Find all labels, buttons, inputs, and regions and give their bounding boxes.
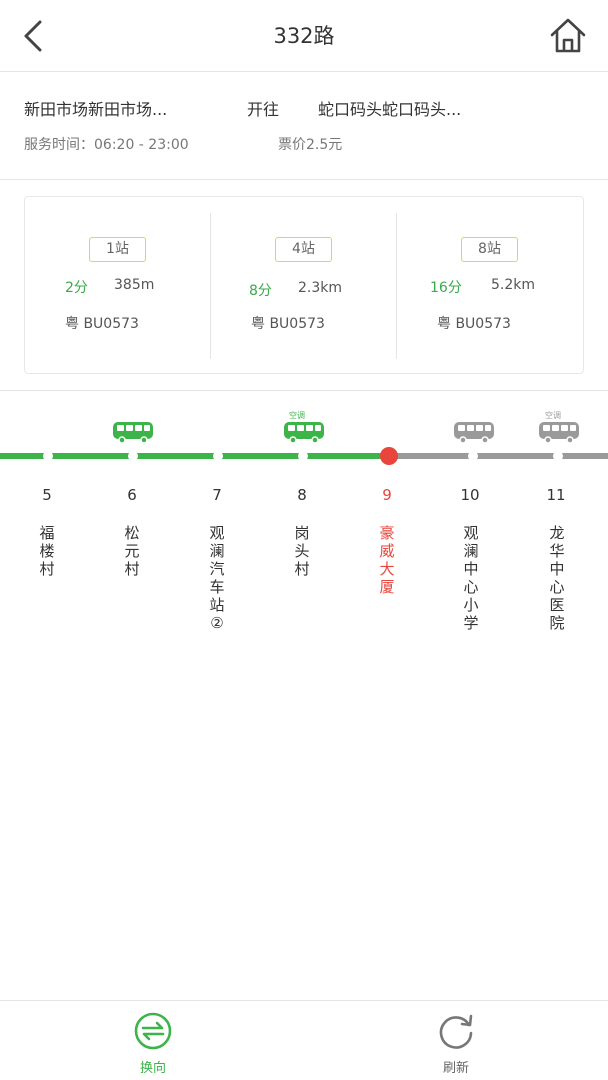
stop-dot [43, 451, 53, 461]
plate-number: 粤 BU0573 [437, 316, 511, 332]
distance: 5.2km [491, 277, 536, 293]
arrival-card[interactable]: 8站 16分 5.2km 粤 BU0573 [397, 197, 583, 373]
stop-number: 5 [42, 486, 52, 504]
stop-dot [298, 451, 308, 461]
destination-stop: 蛇口码头蛇口码头... [318, 100, 462, 119]
bus-icon[interactable] [538, 421, 580, 445]
service-time: 服务时间：06:20 - 23:00 [24, 137, 189, 153]
nav-bar: 332路 [0, 0, 608, 72]
distance: 385m [114, 277, 155, 293]
stop-dot [553, 451, 563, 461]
stops-away-badge: 1站 [89, 237, 146, 262]
eta-minutes: 16分 [430, 280, 462, 296]
switch-direction-button[interactable]: 换向 [113, 1007, 193, 1076]
refresh-icon [439, 1014, 473, 1049]
bus-icon[interactable] [112, 421, 154, 445]
stop-name[interactable]: 观澜汽车站② [205, 524, 229, 632]
stop-dot [468, 451, 478, 461]
home-icon[interactable] [548, 16, 588, 56]
tab-label: 换向 [139, 1061, 166, 1076]
tab-label: 刷新 [442, 1061, 469, 1076]
stop-number: 7 [212, 486, 222, 504]
stop-number: 9 [382, 486, 392, 504]
plate-number: 粤 BU0573 [65, 316, 139, 332]
direction-label: 开往 [247, 100, 280, 119]
stop-name[interactable]: 岗头村 [290, 524, 314, 578]
eta-minutes: 8分 [249, 283, 272, 299]
page-title: 332路 [273, 24, 335, 48]
arrival-card[interactable]: 4站 8分 2.3km 粤 BU0573 [211, 197, 397, 373]
route-info: 新田市场新田市场... 开往 蛇口码头蛇口码头... 服务时间：06:20 - … [0, 72, 608, 180]
stop-number: 11 [546, 486, 566, 504]
stop-name[interactable]: 龙华中心医院 [545, 524, 569, 632]
current-stop-dot [380, 447, 398, 465]
origin-stop: 新田市场新田市场... [24, 100, 168, 119]
air-conditioning-label: 空调 [289, 411, 305, 420]
stop-dot [128, 451, 138, 461]
stop-name[interactable]: 松元村 [120, 524, 144, 578]
plate-number: 粤 BU0573 [251, 316, 325, 332]
arrival-cards: 1站 2分 385m 粤 BU0573 4站 8分 2.3km 粤 BU0573… [24, 196, 584, 374]
section-divider [0, 390, 608, 391]
distance: 2.3km [298, 280, 343, 296]
refresh-button[interactable]: 刷新 [416, 1007, 496, 1076]
bus-icon[interactable] [283, 421, 325, 445]
stop-dot [213, 451, 223, 461]
stop-number: 10 [460, 486, 480, 504]
stops-away-badge: 4站 [275, 237, 332, 262]
eta-minutes: 2分 [65, 280, 88, 296]
stop-name[interactable]: 豪威大厦 [375, 524, 399, 596]
bottom-tab-bar: 换向 刷新 [0, 1000, 608, 1080]
stop-name[interactable]: 福楼村 [35, 524, 59, 578]
stops-away-badge: 8站 [461, 237, 518, 262]
bus-icon[interactable] [453, 421, 495, 445]
stop-number: 6 [127, 486, 137, 504]
upcoming-track [389, 453, 608, 459]
arrival-card[interactable]: 1站 2分 385m 粤 BU0573 [25, 197, 211, 373]
fare: 票价2.5元 [278, 137, 343, 153]
stop-name[interactable]: 观澜中心小学 [459, 524, 483, 632]
route-line[interactable]: 空调 空调 5 6 7 8 9 10 11 福楼村 松元村 观澜汽车站② 岗头村… [0, 400, 608, 650]
passed-track [0, 453, 389, 459]
air-conditioning-label: 空调 [545, 411, 561, 420]
switch-direction-icon [134, 1012, 172, 1050]
stop-number: 8 [297, 486, 307, 504]
